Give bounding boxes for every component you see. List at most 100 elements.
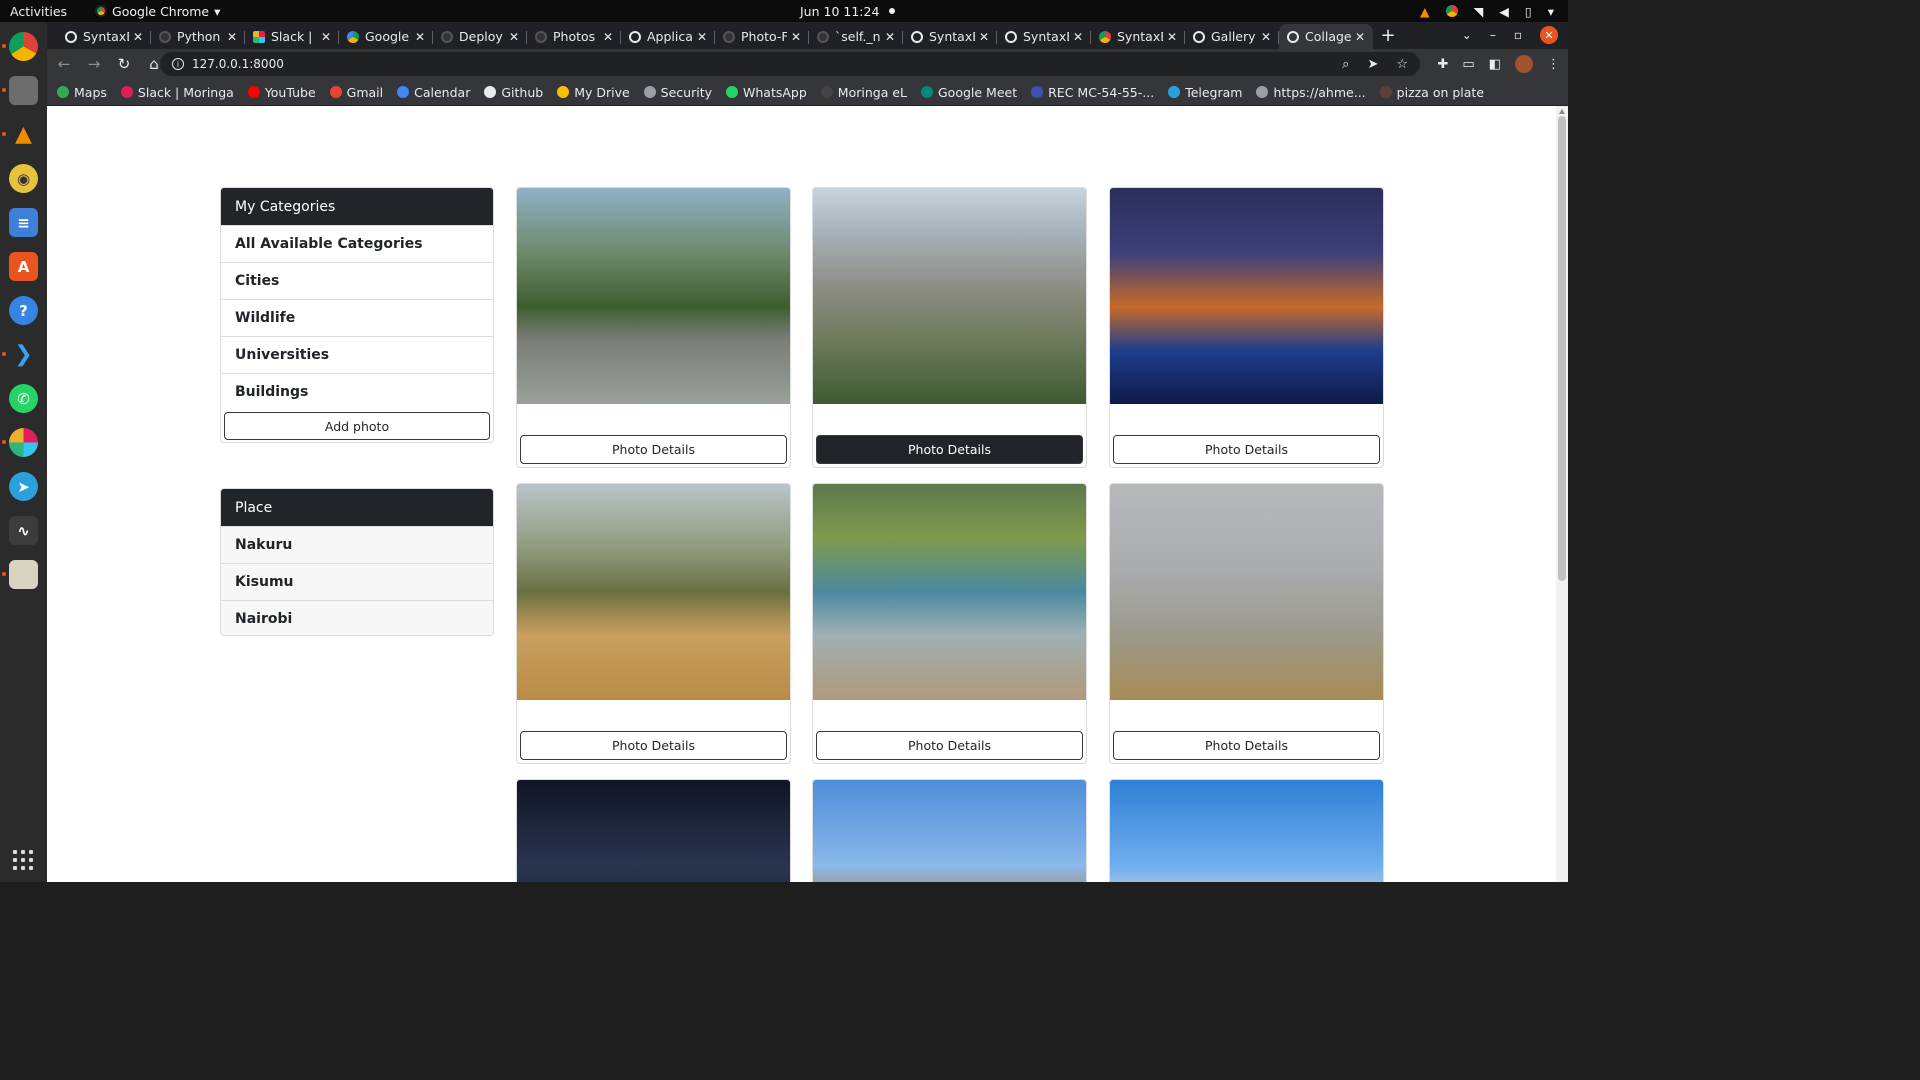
tab-search-icon[interactable]: ⌄ [1462,28,1472,42]
photo-city-night-lights[interactable] [1110,188,1383,404]
close-tab-icon[interactable]: ✕ [885,30,895,44]
photo-night-towers[interactable] [517,780,790,882]
volume-icon[interactable]: ◀ [1499,4,1509,19]
chevron-down-icon[interactable]: ▾ [1548,4,1554,19]
bookmark-item[interactable]: Maps [57,85,107,100]
clock[interactable]: Jun 10 11:24 [800,4,896,19]
close-tab-icon[interactable]: ✕ [415,30,425,44]
photo-kicc-tower[interactable] [813,780,1086,882]
app-menu[interactable]: Google Chrome ▾ [95,4,220,19]
photo-details-button[interactable]: Photo Details [1113,731,1380,760]
system-monitor-icon[interactable]: ∿ [9,516,38,545]
profile-avatar[interactable] [1515,55,1533,73]
close-tab-icon[interactable]: ✕ [227,30,237,44]
close-tab-icon[interactable]: ✕ [791,30,801,44]
photo-city-skyline-aerial[interactable] [813,188,1086,404]
bookmark-item[interactable]: Telegram [1168,85,1242,100]
close-tab-icon[interactable]: ✕ [697,30,707,44]
tab-2[interactable]: Slack | S ✕ [245,24,339,49]
photo-lake-flamingos-zebras[interactable] [813,484,1086,700]
bookmark-item[interactable]: Security [643,85,712,100]
close-tab-icon[interactable]: ✕ [1261,30,1271,44]
photo-details-button[interactable]: Photo Details [816,435,1083,464]
bookmark-item[interactable]: Moringa eL [820,85,907,100]
tab-3[interactable]: Google ✕ [339,24,433,49]
activities-button[interactable]: Activities [10,4,67,19]
page-scrollbar[interactable] [1556,106,1568,882]
bookmark-item[interactable]: YouTube [247,85,316,100]
whatsapp-icon[interactable]: ✆ [9,384,38,413]
photo-details-button[interactable]: Photo Details [1113,435,1380,464]
close-tab-icon[interactable]: ✕ [321,30,331,44]
close-window-icon[interactable]: ✕ [1540,26,1558,44]
bookmark-item[interactable]: https://ahme... [1256,85,1366,100]
battery-icon[interactable]: ▯ [1525,4,1532,19]
bookmark-item[interactable]: Slack | Moringa [120,85,234,100]
photo-details-button[interactable]: Photo Details [520,435,787,464]
reload-icon[interactable]: ↻ [111,55,137,73]
address-bar[interactable]: i 127.0.0.1:8000 ⌕ ➤ ☆ [160,52,1420,76]
place-item[interactable]: Kisumu [221,563,493,600]
tab-9[interactable]: SyntaxE ✕ [903,24,997,49]
category-item[interactable]: All Available Categories [221,225,493,262]
tab-4[interactable]: Deploy ✕ [433,24,527,49]
photo-giraffe-city-skyline[interactable] [1110,484,1383,700]
tab-0[interactable]: SyntaxE ✕ [57,24,151,49]
scroll-up-icon[interactable] [1559,109,1565,114]
minimize-icon[interactable]: – [1490,28,1496,42]
close-tab-icon[interactable]: ✕ [1167,30,1177,44]
tab-8[interactable]: `self._n ✕ [809,24,903,49]
system-tray[interactable]: ▲ ◥ ◀ ▯ ▾ [1420,4,1554,19]
zoom-icon[interactable]: ⌕ [1342,57,1349,72]
photo-details-button[interactable]: Photo Details [520,731,787,760]
bookmark-item[interactable]: Google Meet [921,85,1017,100]
close-tab-icon[interactable]: ✕ [603,30,613,44]
site-info-icon[interactable]: i [172,58,184,70]
chrome-dock-icon[interactable] [2,32,38,61]
bookmark-item[interactable]: pizza on plate [1379,85,1484,100]
telegram-icon[interactable]: ➤ [9,472,38,501]
close-tab-icon[interactable]: ✕ [979,30,989,44]
files-icon[interactable] [2,76,38,105]
chrome-tray-icon[interactable] [1445,5,1458,17]
scrollbar-thumb[interactable] [1558,116,1566,581]
category-item[interactable]: Universities [221,336,493,373]
tab-12[interactable]: Gallery ✕ [1185,24,1279,49]
tab-5[interactable]: Photos ✕ [527,24,621,49]
slack-icon[interactable] [2,428,38,457]
bookmark-item[interactable]: Gmail [329,85,383,100]
extensions-icon[interactable]: ✚ [1438,57,1449,72]
tab-1[interactable]: Python ✕ [151,24,245,49]
close-tab-icon[interactable]: ✕ [509,30,519,44]
bookmark-item[interactable]: Calendar [397,85,470,100]
close-tab-icon[interactable]: ✕ [133,30,143,44]
tab-13[interactable]: Collage ✕ [1279,24,1373,49]
back-icon[interactable]: ← [51,55,77,73]
send-icon[interactable]: ➤ [1367,57,1378,72]
photo-modern-building[interactable] [1110,780,1383,882]
help-icon[interactable]: ? [9,296,38,325]
photo-safari-giraffes[interactable] [517,484,790,700]
bookmark-star-icon[interactable]: ☆ [1396,57,1408,72]
forward-icon[interactable]: → [81,55,107,73]
photo-details-button[interactable]: Photo Details [816,731,1083,760]
category-item[interactable]: Cities [221,262,493,299]
text-editor-icon[interactable] [2,560,38,589]
bookmark-item[interactable]: REC MC-54-55-... [1031,85,1154,100]
category-item[interactable]: Wildlife [221,299,493,336]
side-panel-icon[interactable]: ◧ [1489,57,1501,72]
photo-highway-city-entrance[interactable] [517,188,790,404]
tab-11[interactable]: SyntaxE ✕ [1091,24,1185,49]
rhythmbox-icon[interactable]: ◉ [9,164,38,193]
bookmark-item[interactable]: My Drive [557,85,630,100]
bookmark-item[interactable]: Github [484,85,543,100]
category-item[interactable]: Buildings [221,373,493,410]
place-item[interactable]: Nairobi [221,600,493,635]
show-applications-icon[interactable] [13,850,33,870]
bookmark-item[interactable]: WhatsApp [726,85,807,100]
tab-7[interactable]: Photo-F ✕ [715,24,809,49]
close-tab-icon[interactable]: ✕ [1073,30,1083,44]
tab-10[interactable]: SyntaxE ✕ [997,24,1091,49]
place-item[interactable]: Nakuru [221,526,493,563]
cast-icon[interactable]: ▭ [1462,57,1474,72]
